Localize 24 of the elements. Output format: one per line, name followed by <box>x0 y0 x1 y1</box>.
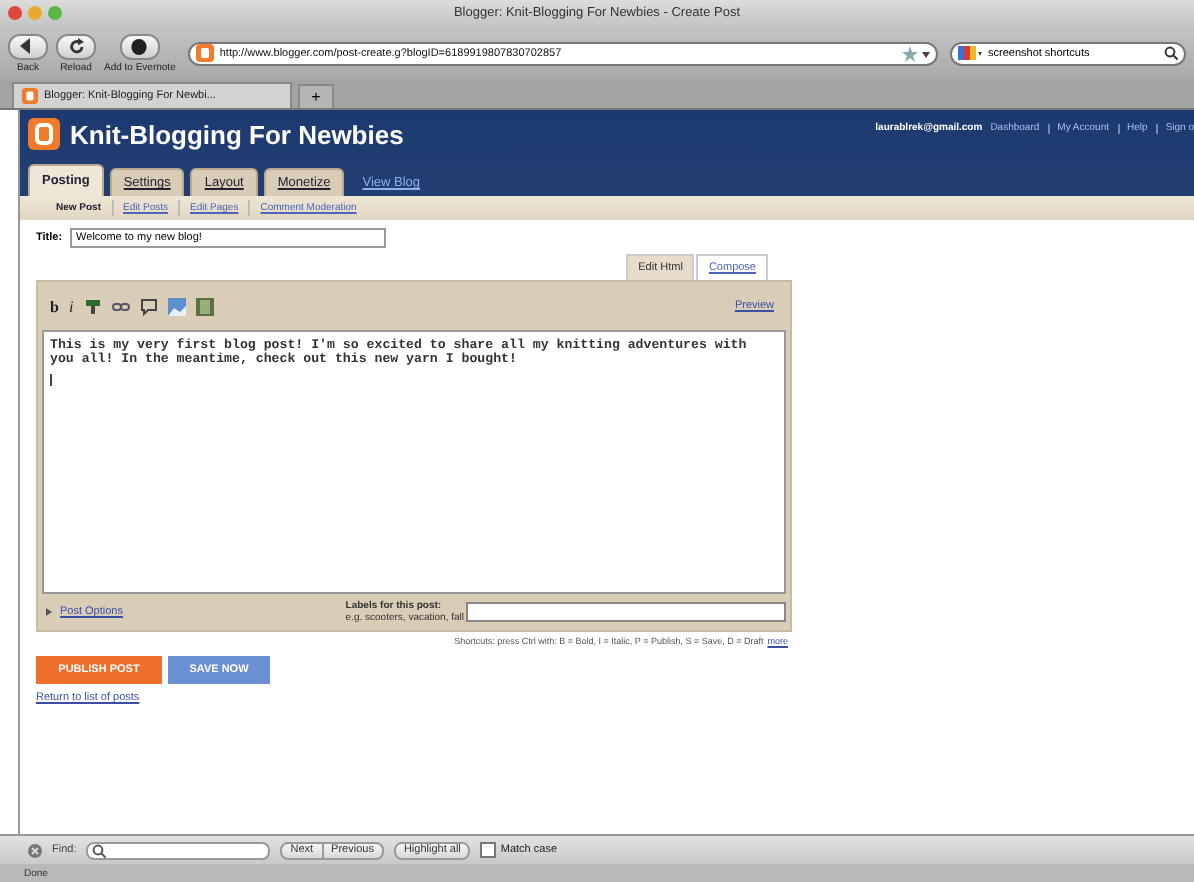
bookmark-star-icon[interactable] <box>902 45 930 61</box>
reload-icon <box>67 37 85 55</box>
labels-field[interactable] <box>466 602 786 622</box>
find-field[interactable] <box>86 841 271 859</box>
blogger-logo-icon <box>28 118 60 150</box>
close-find-icon[interactable] <box>28 843 42 857</box>
match-case-checkbox[interactable] <box>480 842 497 858</box>
blog-title: Knit-Blogging For Newbies <box>70 119 404 149</box>
link-icon[interactable] <box>111 297 130 315</box>
new-tab-button[interactable]: + <box>298 84 334 108</box>
google-icon <box>958 44 982 62</box>
quote-icon[interactable] <box>139 297 158 315</box>
zoom-button[interactable] <box>48 6 62 20</box>
close-button[interactable] <box>8 6 22 20</box>
italic-button[interactable]: i <box>68 297 74 315</box>
text-cursor <box>50 374 52 386</box>
text-color-icon[interactable] <box>83 297 102 315</box>
bold-button[interactable]: b <box>50 297 59 315</box>
search-icon[interactable] <box>1164 46 1178 60</box>
blogger-icon <box>195 44 214 62</box>
image-icon[interactable] <box>167 297 186 315</box>
blogger-icon <box>22 88 38 104</box>
search-icon <box>92 843 107 857</box>
film-icon[interactable] <box>195 297 214 315</box>
